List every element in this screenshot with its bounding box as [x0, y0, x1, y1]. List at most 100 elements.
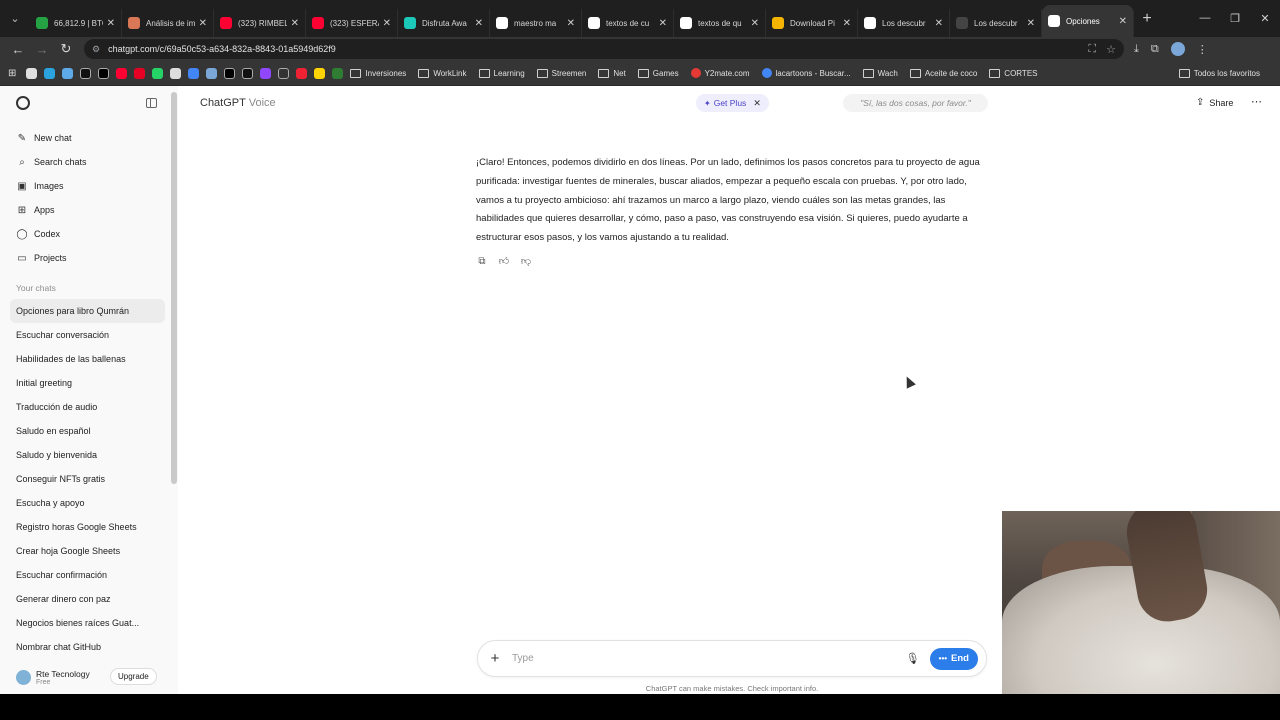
chat-history-item[interactable]: Crear hoja Google Sheets — [10, 539, 165, 563]
page-title[interactable]: ChatGPT Voice — [200, 97, 276, 109]
close-window-button[interactable]: ✕ — [1250, 12, 1280, 25]
site-info-icon[interactable]: ⚙ — [92, 44, 100, 55]
browser-tab[interactable]: maestro ma ✕ — [490, 9, 582, 37]
share-button[interactable]: ⇪ Share — [1196, 97, 1233, 108]
photos-icon[interactable] — [206, 67, 218, 79]
more-options-icon[interactable]: ⋯ — [1251, 95, 1262, 108]
close-tab-icon[interactable]: ✕ — [199, 18, 207, 29]
back-button[interactable]: ← — [6, 42, 30, 57]
user-avatar[interactable] — [16, 669, 31, 685]
all-bookmarks-folder[interactable]: Todos los favoritos — [1179, 69, 1260, 78]
sidebar-item-images[interactable]: ▣ Images — [10, 174, 165, 198]
close-tab-icon[interactable]: ✕ — [751, 18, 759, 29]
browser-tab[interactable]: (323) ESFERA ✕ — [306, 9, 398, 37]
browser-tab[interactable]: Opciones ✕ — [1042, 5, 1134, 37]
chat-history-item[interactable]: Saludo y bienvenida — [10, 443, 165, 467]
sidebar-item-search-chats[interactable]: ⌕ Search chats — [10, 150, 165, 174]
browser-tab[interactable]: Download Pi ✕ — [766, 9, 858, 37]
chat-history-item[interactable]: Escuchar confirmación — [10, 563, 165, 587]
x-icon[interactable] — [98, 67, 110, 79]
get-plus-button[interactable]: ✦ Get Plus ✕ — [696, 94, 769, 112]
bookmark-lacartoons-buscar-[interactable]: lacartoons - Buscar... — [761, 68, 851, 78]
chat-history-item[interactable]: Generar dinero con paz — [10, 587, 165, 611]
bookmark-icon[interactable] — [26, 67, 38, 79]
close-tab-icon[interactable]: ✕ — [659, 18, 667, 29]
openai-logo-icon[interactable] — [16, 96, 30, 110]
sidebar-item-apps[interactable]: ⊞ Apps — [10, 198, 165, 222]
docs-icon[interactable] — [188, 67, 200, 79]
bookmark-y2mate-com[interactable]: Y2mate.com — [690, 68, 750, 78]
bookmark-games[interactable]: Games — [638, 69, 679, 78]
chat-history-item[interactable]: Habilidades de las ballenas — [10, 347, 165, 371]
cloud-icon[interactable] — [62, 67, 74, 79]
browser-tab[interactable]: Los descubr ✕ — [858, 9, 950, 37]
close-tab-icon[interactable]: ✕ — [291, 18, 299, 29]
bookmark-streemen[interactable]: Streemen — [537, 69, 587, 78]
message-input[interactable] — [512, 653, 904, 664]
microphone-icon[interactable]: 🎙︎ — [904, 652, 922, 665]
minimize-button[interactable]: — — [1190, 12, 1220, 25]
bookmark-learning[interactable]: Learning — [479, 69, 525, 78]
red-check-icon[interactable] — [296, 67, 308, 79]
reload-button[interactable]: ↻ — [54, 41, 78, 57]
close-tab-icon[interactable]: ✕ — [935, 18, 943, 29]
close-tab-icon[interactable]: ✕ — [475, 18, 483, 29]
youtube-icon[interactable] — [116, 67, 128, 79]
bookmark-net[interactable]: Net — [598, 69, 625, 78]
bookmark-wach[interactable]: Wach — [863, 69, 898, 78]
browser-tab[interactable]: textos de qu ✕ — [674, 9, 766, 37]
imdb-icon[interactable] — [224, 67, 236, 79]
chat-history-item[interactable]: Opciones para libro Qumrán — [10, 299, 165, 323]
download-icon[interactable]: ⤓ — [1134, 43, 1139, 56]
telegram-icon[interactable] — [44, 67, 56, 79]
profile-avatar[interactable] — [1170, 42, 1185, 56]
close-tab-icon[interactable]: ✕ — [107, 18, 115, 29]
chat-history-item[interactable]: Registro horas Google Sheets — [10, 515, 165, 539]
close-tab-icon[interactable]: ✕ — [1119, 16, 1127, 27]
whatsapp-icon[interactable] — [152, 67, 164, 79]
pinterest-icon[interactable] — [134, 67, 146, 79]
add-attachment-icon[interactable]: + — [486, 650, 504, 667]
chat-history-item[interactable]: Escucha y apoyo — [10, 491, 165, 515]
browser-tab[interactable]: Los descubr ✕ — [950, 9, 1042, 37]
sidebar-scrollbar[interactable] — [170, 86, 178, 694]
browser-tab[interactable]: Análisis de imágenes ✕ — [122, 9, 214, 37]
github-icon[interactable] — [80, 67, 92, 79]
browser-tab[interactable]: (323) RIMBEL ✕ — [214, 9, 306, 37]
restore-button[interactable]: ❐ — [1220, 12, 1250, 25]
browser-tab[interactable]: textos de cu ✕ — [582, 9, 674, 37]
chat-history-item[interactable]: Negocios bienes raíces Guat... — [10, 611, 165, 635]
close-tab-icon[interactable]: ✕ — [567, 18, 575, 29]
thumbs-down-icon[interactable]: 👎︎ — [520, 256, 532, 268]
close-tab-icon[interactable]: ✕ — [383, 18, 391, 29]
extensions-icon[interactable]: ⧉ — [1151, 43, 1159, 56]
bookmark-worklink[interactable]: WorkLink — [418, 69, 466, 78]
tab-search-icon[interactable]: ⌄ — [0, 5, 30, 33]
user-account[interactable]: Rte Tecnology Free Upgrade — [0, 660, 170, 694]
sidebar-item-codex[interactable]: ◯ Codex — [10, 222, 165, 246]
scrollbar-thumb[interactable] — [171, 92, 177, 484]
bookmark-aceite-de-coco[interactable]: Aceite de coco — [910, 69, 977, 78]
close-tab-icon[interactable]: ✕ — [843, 18, 851, 29]
forward-button[interactable]: → — [30, 42, 54, 57]
bookmark-inversiones[interactable]: Inversiones — [350, 69, 406, 78]
apps-grid-icon[interactable]: ⊞ — [8, 68, 16, 79]
browser-menu-icon[interactable]: ⋮ — [1197, 43, 1208, 56]
bookmark-cortes[interactable]: CORTES — [989, 69, 1037, 78]
threads-icon[interactable] — [278, 67, 290, 79]
new-tab-button[interactable]: + — [1134, 10, 1160, 28]
twitch-icon[interactable] — [260, 67, 272, 79]
translate-icon[interactable]: ⛶ — [1088, 43, 1096, 56]
sidebar-item-projects[interactable]: ▭ Projects — [10, 246, 165, 270]
chat-history-item[interactable]: Escuchar conversación — [10, 323, 165, 347]
browser-tab[interactable]: Disfruta Awa ✕ — [398, 9, 490, 37]
chat-history-item[interactable]: Conseguir NFTs gratis — [10, 467, 165, 491]
thumbs-up-icon[interactable]: 👍︎ — [498, 256, 510, 268]
dismiss-plus-icon[interactable]: ✕ — [753, 98, 761, 109]
sidebar-toggle-icon[interactable] — [146, 98, 157, 108]
address-bar[interactable]: ⚙ chatgpt.com/c/69a50c53-a634-832a-8843-… — [84, 39, 1124, 59]
sidebar-item-new-chat[interactable]: ✎ New chat — [10, 126, 165, 150]
end-voice-button[interactable]: ••• End — [929, 647, 978, 670]
yellow-icon[interactable] — [314, 67, 326, 79]
chat-history-item[interactable]: Nombrar chat GitHub — [10, 635, 165, 659]
